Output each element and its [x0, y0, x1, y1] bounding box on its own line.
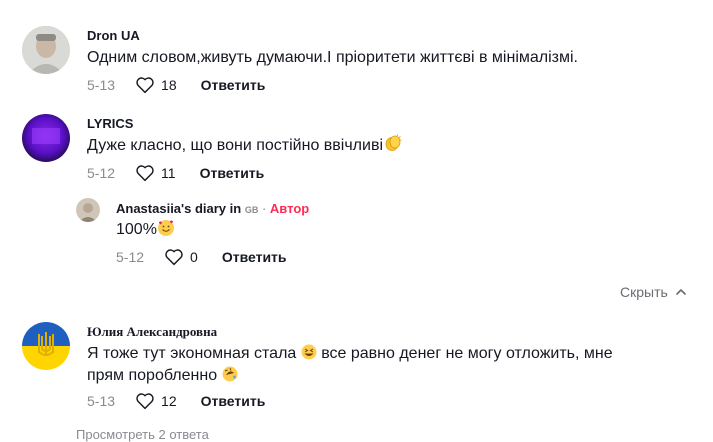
grinning-squint-icon: [301, 344, 317, 360]
reply-button[interactable]: Ответить: [200, 165, 265, 181]
comment-text: Одним словом,живуть думаючи.І пріоритети…: [87, 49, 578, 66]
comment-meta: 5-12 0 Ответить: [116, 248, 287, 266]
author-tag: Автор: [269, 201, 310, 216]
comment-text: Дуже класно, що вони постійно ввічливі: [87, 134, 402, 158]
avatar-photo-icon: [22, 26, 70, 74]
rolling-laughing-emoji: [222, 366, 238, 382]
rolling-laughing-icon: [222, 366, 238, 382]
reply-button[interactable]: Ответить: [222, 249, 287, 265]
comment-text-content: Дуже класно, що вони постійно ввічливі: [87, 137, 383, 154]
reply-author-name[interactable]: Anastasiia's diary in: [116, 201, 241, 216]
hide-label: Скрыть: [620, 284, 668, 300]
avatar[interactable]: [22, 322, 70, 370]
reply-button[interactable]: Ответить: [201, 77, 266, 93]
comment-date: 5-13: [87, 393, 116, 409]
like-count: 18: [161, 77, 177, 93]
clapping-hands-icon: [385, 134, 402, 151]
like-button[interactable]: 18: [135, 76, 177, 94]
comment-date: 5-12: [87, 165, 116, 181]
comment-text-content: Я тоже тут экономная стала: [87, 345, 297, 362]
comment-meta: 5-13 18 Ответить: [87, 76, 265, 94]
avatar[interactable]: [22, 26, 70, 74]
comment-author-name[interactable]: LYRICS: [87, 116, 133, 131]
view-replies-button[interactable]: Просмотреть 2 ответа: [76, 427, 209, 442]
like-count: 11: [161, 165, 176, 181]
heart-outline-icon: [136, 165, 154, 182]
reply-author-line: Anastasiia's diary in GB · Автор: [116, 201, 309, 216]
flag-badge: GB: [244, 205, 259, 215]
comment-text-content: 100%: [116, 221, 157, 238]
comment-date: 5-13: [87, 77, 116, 93]
comment-text-line-2: прям поробленно: [87, 364, 238, 388]
comment-meta: 5-12 11 Ответить: [87, 164, 264, 182]
avatar-photo-icon: [22, 114, 70, 162]
comment-text: 100%: [116, 218, 174, 242]
heart-outline-icon: [136, 77, 154, 94]
heart-outline-icon: [165, 249, 183, 266]
avatar-photo-icon: [76, 198, 100, 222]
like-button[interactable]: 12: [135, 392, 177, 410]
chevron-up-icon: [675, 289, 686, 295]
clapping-hands-emoji: [384, 134, 402, 151]
comment-date: 5-12: [116, 249, 145, 265]
like-button[interactable]: 11: [135, 164, 176, 182]
grinning-squint-emoji: [301, 344, 317, 360]
ukraine-flag-trident-icon: [22, 322, 70, 370]
like-count: 0: [190, 249, 198, 265]
avatar[interactable]: [22, 114, 70, 162]
smiling-hearts-icon: [158, 220, 174, 236]
comment-meta: 5-13 12 Ответить: [87, 392, 265, 410]
comment-author-name[interactable]: Юлия Александровна: [87, 324, 217, 340]
comment-author-name[interactable]: Dron UA: [87, 28, 140, 43]
hide-replies-button[interactable]: Скрыть: [620, 284, 688, 300]
avatar[interactable]: [76, 198, 100, 222]
comment-text-content-continued: все равно денег не могу отложить, мне: [321, 345, 613, 362]
heart-outline-icon: [136, 393, 154, 410]
comment-text-content: прям поробленно: [87, 367, 218, 384]
separator-dot: ·: [261, 201, 267, 216]
like-count: 12: [161, 393, 177, 409]
like-button[interactable]: 0: [164, 248, 198, 266]
smiling-hearts-emoji: [157, 220, 174, 236]
reply-button[interactable]: Ответить: [201, 393, 266, 409]
comment-text-line-1: Я тоже тут экономная стала все равно ден…: [87, 342, 613, 366]
